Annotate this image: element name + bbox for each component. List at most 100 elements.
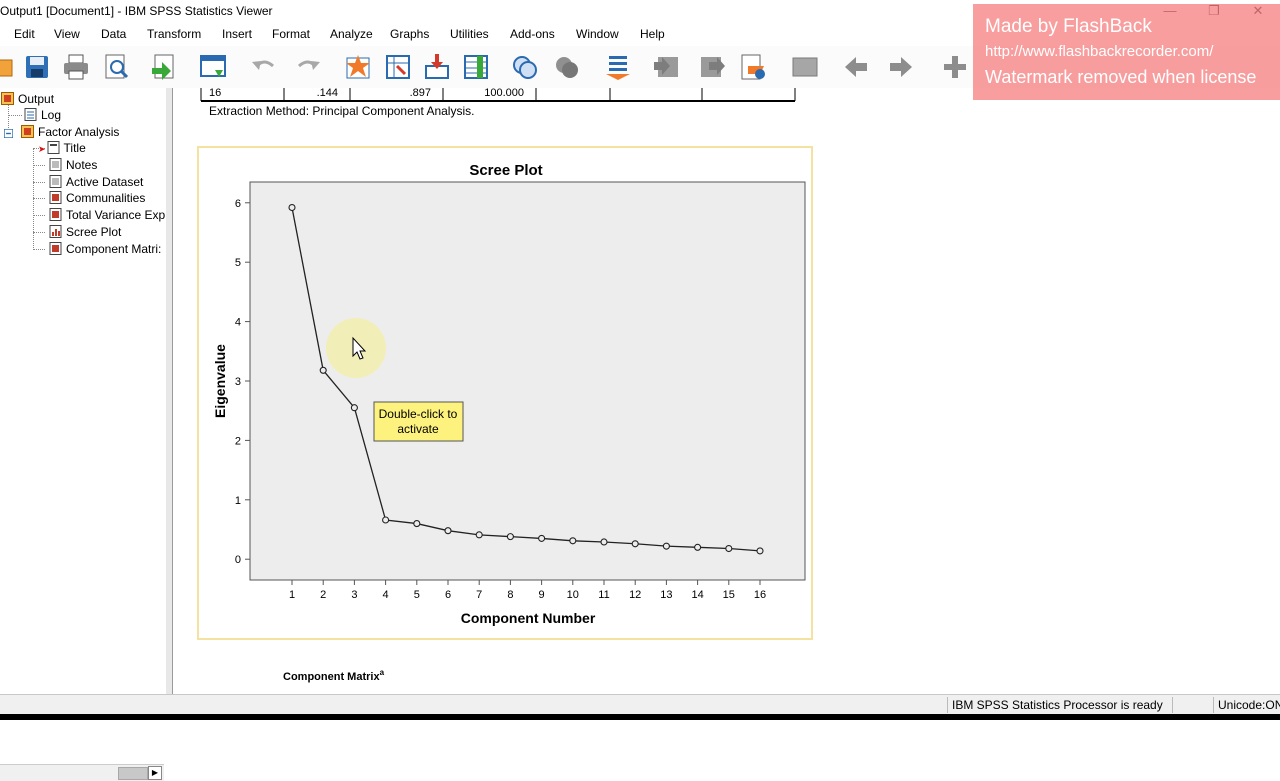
factor-book-icon [21, 125, 34, 138]
tree-item-output[interactable]: Output [1, 91, 54, 107]
tree-label-factor-analysis: Factor Analysis [38, 125, 120, 139]
menu-utilities[interactable]: Utilities [450, 27, 489, 41]
x-tick-label: 12 [629, 589, 641, 601]
tree-item-scree-plot[interactable]: Scree Plot [49, 224, 121, 240]
tree-label-title: Title [63, 141, 86, 155]
table-cell-component: 16 [209, 88, 221, 99]
scree-point [725, 544, 733, 553]
show-hide-icon[interactable] [738, 52, 768, 82]
x-tick-label: 1 [289, 589, 295, 601]
log-icon [24, 108, 37, 121]
menu-edit[interactable]: Edit [14, 27, 35, 41]
current-item-arrow-icon: ➤ [38, 144, 46, 154]
scree-point [382, 516, 390, 524]
component-matrix-title: Component Matrixa [283, 668, 385, 683]
tree-label-output: Output [18, 92, 55, 106]
print-icon[interactable] [61, 52, 91, 82]
undo-icon[interactable] [249, 52, 279, 82]
demote-icon[interactable] [697, 52, 727, 82]
goto-case-icon[interactable] [383, 52, 413, 82]
menu-add-ons[interactable]: Add-ons [510, 27, 555, 41]
output-book-icon [1, 92, 14, 105]
y-tick-label: 5 [235, 257, 241, 269]
notes-icon [49, 158, 62, 171]
print-preview-icon[interactable] [101, 52, 131, 82]
tree-label-communalities: Communalities [66, 191, 146, 205]
dataset-table-icon [49, 175, 62, 188]
tree-item-communalities[interactable]: Communalities [49, 190, 145, 206]
tree-item-title[interactable]: ➤ Title [38, 140, 86, 156]
scree-point [413, 520, 421, 528]
output-content-pane: 16 .144 .897 100.000 Extraction Method: … [173, 87, 1280, 694]
tree-item-factor-analysis[interactable]: Factor Analysis [4, 124, 119, 140]
collapse-minus-icon[interactable] [4, 129, 13, 138]
chart-icon [49, 225, 62, 238]
tree-horizontal-scrollbar[interactable]: ▶ [0, 764, 164, 781]
extraction-method-note: Extraction Method: Principal Component A… [209, 104, 474, 118]
scree-point [631, 540, 639, 548]
tooltip-line-2: activate [397, 422, 439, 436]
menu-graphs[interactable]: Graphs [390, 27, 429, 41]
y-tick-label: 1 [235, 495, 241, 507]
scree-point [506, 533, 514, 541]
show-all-variables-icon[interactable] [552, 52, 582, 82]
x-tick-label: 6 [445, 589, 451, 601]
status-bar: IBM SPSS Statistics Processor is ready U… [0, 694, 1280, 715]
collapse-icon[interactable] [790, 52, 820, 82]
insert-variable-icon[interactable] [422, 52, 452, 82]
scroll-right-arrow-icon[interactable]: ▶ [148, 766, 162, 780]
menu-format[interactable]: Format [272, 27, 310, 41]
export-icon[interactable] [149, 52, 179, 82]
menu-help[interactable]: Help [640, 27, 665, 41]
tree-item-total-variance[interactable]: Total Variance Exp [49, 207, 165, 223]
menu-window[interactable]: Window [576, 27, 619, 41]
x-tick-label: 11 [598, 589, 609, 601]
scree-point [350, 404, 358, 412]
pane-splitter[interactable] [166, 88, 173, 694]
tree-item-active-dataset[interactable]: Active Dataset [49, 174, 143, 190]
menu-transform[interactable]: Transform [147, 27, 201, 41]
x-tick-label: 8 [507, 589, 513, 601]
y-tick-label: 4 [235, 317, 241, 329]
expand-plus-icon[interactable] [940, 52, 970, 82]
scree-point [756, 547, 764, 555]
recorder-watermark: Made by FlashBack http://www.flashbackre… [973, 4, 1280, 100]
tree-label-notes: Notes [66, 158, 98, 172]
open-folder-icon[interactable] [0, 52, 16, 82]
variance-table-fragment: 16 .144 .897 100.000 [200, 87, 796, 102]
scrollbar-thumb[interactable] [118, 767, 148, 780]
status-empty-cell [1172, 697, 1207, 713]
output-canvas: 16 .144 .897 100.000 Extraction Method: … [197, 87, 813, 683]
y-tick-label: 0 [235, 554, 241, 566]
tree-item-component-matrix[interactable]: Component Matri: [49, 241, 161, 257]
table-cell-eigenvalue: .144 [317, 88, 338, 99]
x-tick-label: 10 [567, 589, 579, 601]
y-axis-label: Eigenvalue [212, 344, 228, 418]
menu-analyze[interactable]: Analyze [330, 27, 373, 41]
x-tick-label: 2 [320, 589, 326, 601]
use-sets-icon[interactable] [510, 52, 540, 82]
save-icon[interactable] [22, 52, 52, 82]
x-tick-label: 7 [476, 589, 482, 601]
tree-item-log[interactable]: Log [24, 107, 61, 123]
tree-item-notes[interactable]: Notes [49, 157, 97, 173]
y-tick-label: 2 [235, 435, 241, 447]
x-tick-label: 9 [539, 589, 545, 601]
goto-data-icon[interactable] [343, 52, 373, 82]
variables-icon[interactable] [461, 52, 491, 82]
menu-data[interactable]: Data [101, 27, 126, 41]
arrow-left-icon[interactable] [841, 52, 871, 82]
tooltip-line-1: Double-click to [379, 407, 458, 421]
arrow-right-icon[interactable] [886, 52, 916, 82]
output-outline-pane: Output Log Factor Analysis ➤ Title Notes … [0, 88, 167, 781]
encoding-status: Unicode:ON [1213, 697, 1280, 713]
redo-icon[interactable] [293, 52, 323, 82]
recall-dialog-icon[interactable] [198, 52, 228, 82]
menu-view[interactable]: View [54, 27, 80, 41]
scree-point [319, 366, 327, 374]
designate-window-icon[interactable] [603, 52, 633, 82]
promote-icon[interactable] [652, 52, 682, 82]
scree-point [569, 537, 577, 545]
scree-point [694, 543, 702, 551]
menu-insert[interactable]: Insert [222, 27, 252, 41]
